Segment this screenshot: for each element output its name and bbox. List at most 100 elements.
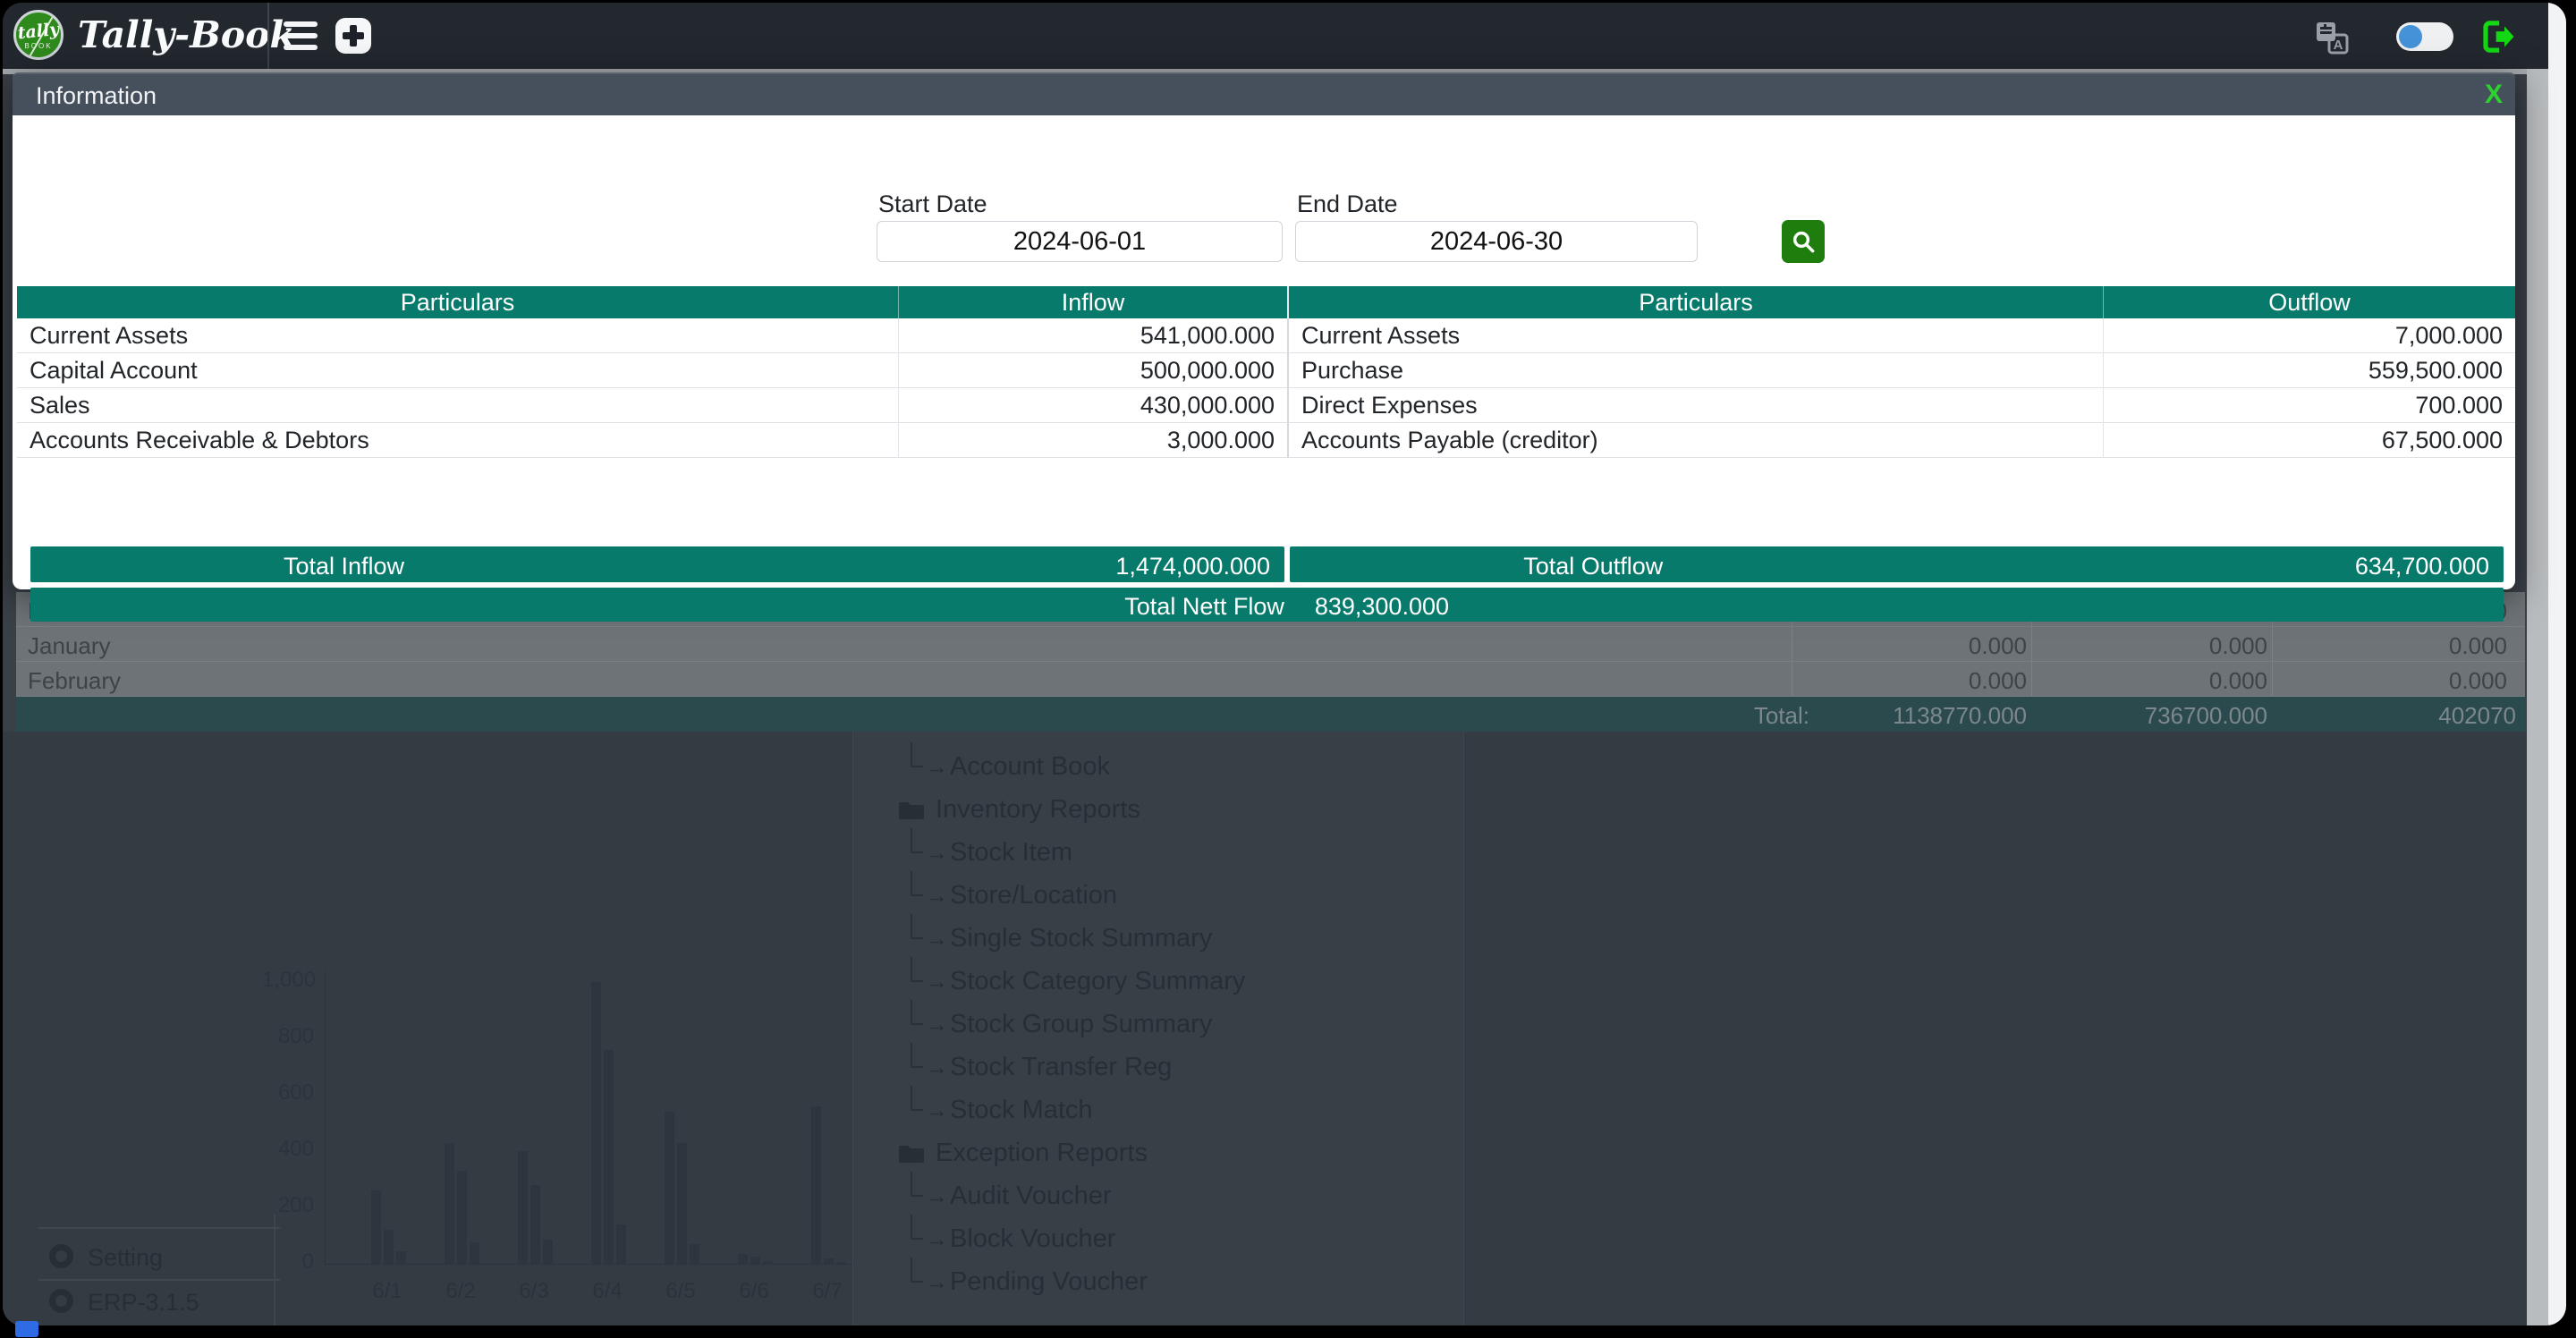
arrow-icon: → [925,1182,948,1210]
header-outflow: Outflow [2103,286,2515,318]
tree-connector [911,1258,923,1283]
menu-item-label: Stock Group Summary [950,1010,1212,1039]
chart-ytick: 1,000 [262,968,314,993]
table-row-outflow-name: Purchase [1287,353,2103,388]
setting-label: Setting [88,1244,163,1272]
month-label: January [28,632,111,660]
table-row-outflow-name: Direct Expenses [1287,388,2103,423]
total-inflow-value: 1,474,000.000 [1115,553,1270,580]
table-row-inflow-value: 430,000.000 [898,388,1287,423]
menu-item-single-stock-summary: →Single Stock Summary [853,923,1462,955]
table-row-outflow-value: 67,500.000 [2103,423,2515,458]
start-date-input[interactable] [877,221,1283,262]
chart-bar [811,1106,821,1264]
background-total-value: 736700.000 [2145,702,2267,730]
tree-connector [911,1086,923,1111]
modal-title: Information [36,82,157,110]
arrow-icon: → [925,968,948,995]
chart-bar [677,1143,687,1264]
table-row-inflow-value: 541,000.000 [898,318,1287,353]
arrow-icon: → [925,882,948,910]
table-row-outflow-value: 700.000 [2103,388,2515,423]
logo-subtext: BOOK [16,42,61,50]
menu-item-label: Stock Transfer Reg [950,1053,1172,1082]
background-total-label: Total: [1754,702,1809,730]
menu-item-label: Block Voucher [950,1224,1115,1254]
total-outflow-bar: Total Outflow 634,700.000 [1290,546,2504,582]
chart-bar [470,1242,479,1264]
chart-bar [530,1185,540,1264]
chart-ytick: 400 [262,1137,314,1162]
menu-item-pending-voucher: →Pending Voucher [853,1266,1462,1299]
total-inflow-label: Total Inflow [284,553,404,580]
arrow-icon: → [925,1268,948,1296]
total-nett-flow-label: Total Nett Flow [30,588,1284,622]
logout-icon[interactable] [2479,18,2518,55]
background-bar-chart: 1,00080060040020006/16/26/36/46/56/66/7 [262,964,888,1322]
chart-xtick: 6/2 [434,1279,487,1304]
panel-divider [274,1215,275,1325]
sidebar-item-setting: Setting [3,1241,271,1274]
menu-item-label: Stock Item [950,838,1072,868]
tree-connector [911,957,923,982]
total-outflow-value: 634,700.000 [2355,553,2489,580]
arrow-icon: → [925,753,948,781]
add-icon[interactable] [335,18,371,54]
menu-item-label: Inventory Reports [936,795,1140,825]
table-row-inflow-name: Accounts Receivable & Debtors [17,423,898,458]
footer-divider [38,1227,280,1229]
menu-item-label: Store/Location [950,881,1117,910]
arrow-icon: → [925,1054,948,1081]
chart-y-axis [325,971,326,1266]
menu-icon[interactable] [284,20,318,52]
sidebar-item-version: ERP-3.1.5 [3,1286,271,1318]
menu-item-block-voucher: →Block Voucher [853,1224,1462,1256]
chart-xtick: 6/5 [654,1279,708,1304]
end-date-input[interactable] [1295,221,1698,262]
chart-bar [445,1143,454,1264]
end-date-label: End Date [1297,191,1398,218]
table-row-inflow-name: Sales [17,388,898,423]
menu-item-stock-group-summary: →Stock Group Summary [853,1009,1462,1041]
chart-xtick: 6/7 [801,1279,854,1304]
arrow-icon: → [925,925,948,953]
chart-bar [371,1190,381,1264]
chart-ytick: 600 [262,1080,314,1105]
tree-connector [911,828,923,853]
header-particulars-inflow: Particulars [17,286,898,318]
search-icon [1789,227,1818,256]
chart-ytick: 800 [262,1024,314,1049]
close-icon[interactable]: X [2485,80,2503,110]
table-row-inflow-value: 500,000.000 [898,353,1287,388]
column-divider [2031,627,2032,661]
menu-item-account-book: →Account Book [853,751,1462,783]
theme-toggle[interactable] [2396,22,2453,51]
menu-item-audit-voucher: →Audit Voucher [853,1181,1462,1213]
table-row-inflow-name: Capital Account [17,353,898,388]
menu-item-label: Account Book [950,752,1110,782]
month-label: February [28,667,121,695]
chart-xtick: 6/6 [727,1279,781,1304]
cash-flow-table: Particulars Inflow Particulars Outflow C… [17,286,2515,458]
menu-item-stock-match: →Stock Match [853,1095,1462,1127]
total-inflow-bar: Total Inflow 1,474,000.000 [30,546,1284,582]
search-button[interactable] [1782,220,1825,263]
tree-connector [911,871,923,896]
background-total-value: 1138770.000 [1893,702,2027,730]
translate-icon[interactable]: A [2314,20,2350,55]
month-value: 0.000 [2209,667,2267,695]
month-value: 0.000 [2209,632,2267,660]
menu-item-stock-item: →Stock Item [853,837,1462,869]
scrollbar[interactable] [2527,69,2548,1325]
menu-item-exception-reports: Exception Reports [853,1138,1462,1170]
total-outflow-label: Total Outflow [1523,553,1663,580]
modal-body: Start Date End Date Particulars Inflow P… [13,115,2515,589]
total-nett-flow-value: 839,300.000 [1284,588,1449,622]
column-divider [2031,662,2032,696]
background-total-value: 402070 [2438,702,2516,730]
month-value: 0.000 [1969,632,2027,660]
information-modal: Information X Start Date End Date Partic… [13,72,2515,589]
folder-icon [898,1142,925,1172]
folder-icon [898,799,925,828]
menu-item-label: Stock Category Summary [950,967,1245,996]
